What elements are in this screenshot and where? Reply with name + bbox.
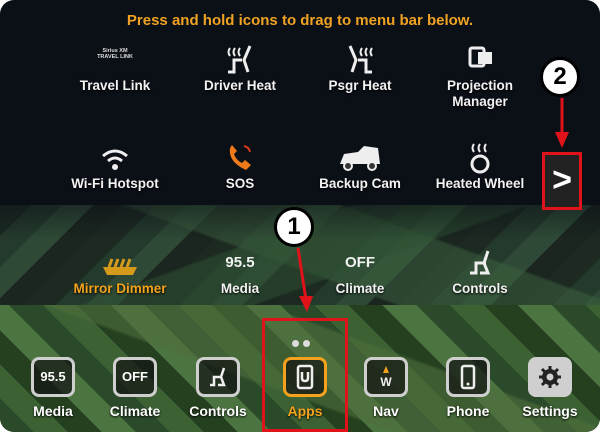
arrow-2 xyxy=(555,98,569,148)
touchscreen: Press and hold icons to drag to menu bar… xyxy=(0,0,600,432)
arrow-1 xyxy=(296,247,313,312)
callout-1: 1 xyxy=(274,207,314,247)
callout-2: 2 xyxy=(540,57,580,97)
